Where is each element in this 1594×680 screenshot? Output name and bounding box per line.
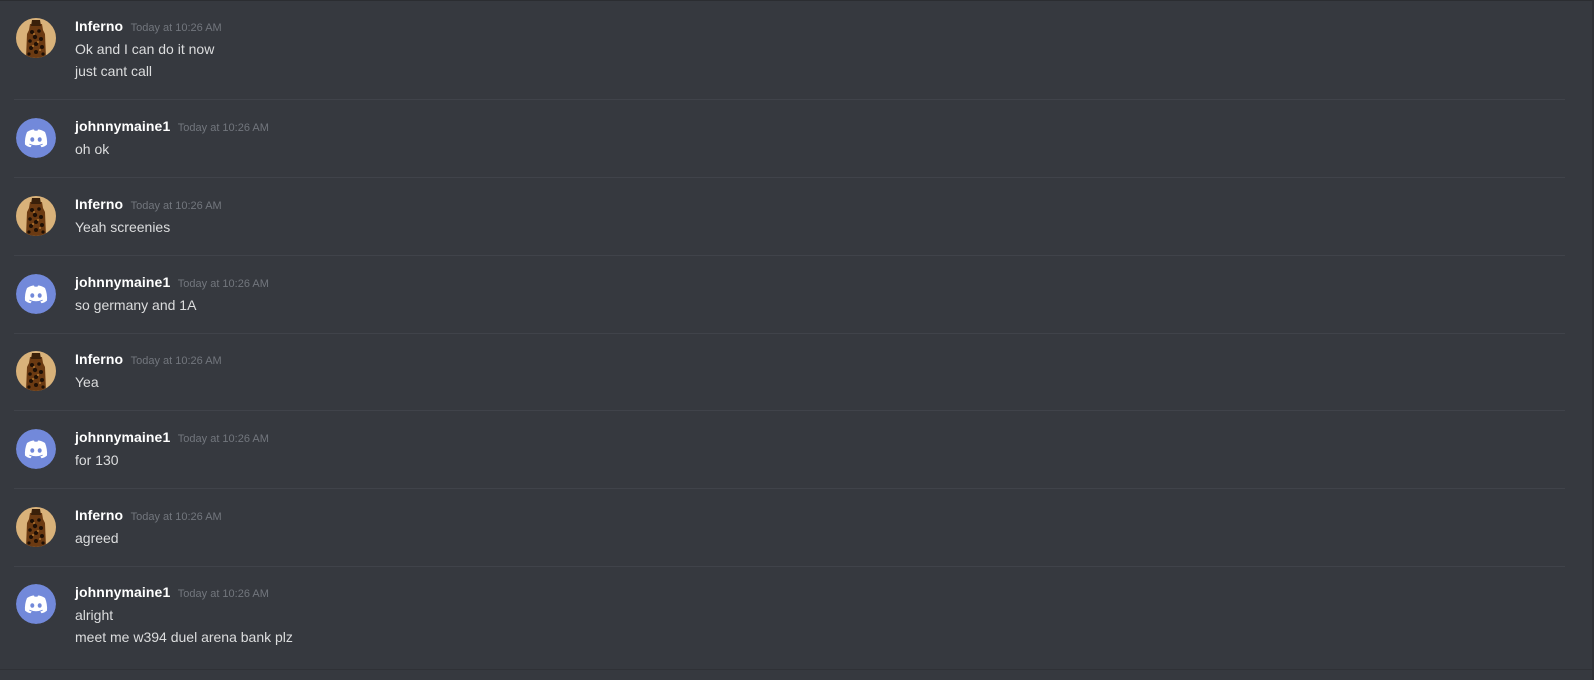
message-text: Yea [75,374,99,390]
username[interactable]: johnnymaine1 [75,118,170,134]
message-header: johnnymaine1 Today at 10:26 AM [75,274,269,294]
message-header: Inferno Today at 10:26 AM [75,507,222,527]
message-text: oh ok [75,141,110,157]
leopard-avatar-icon[interactable] [16,18,56,58]
username[interactable]: Inferno [75,18,123,34]
timestamp: Today at 10:26 AM [177,122,269,134]
bottom-border [0,669,1594,670]
message-text: alright [75,607,114,623]
message-group: johnnymaine1 Today at 10:26 AM for 130 [0,411,1565,489]
username[interactable]: johnnymaine1 [75,429,170,445]
timestamp: Today at 10:26 AM [130,200,222,212]
message-text: Yeah screenies [75,219,171,235]
message-text: so germany and 1A [75,297,197,313]
message-text: for 130 [75,452,119,468]
timestamp: Today at 10:26 AM [130,511,222,523]
timestamp: Today at 10:26 AM [177,433,269,445]
timestamp: Today at 10:26 AM [177,278,269,290]
message-group: Inferno Today at 10:26 AM agreed [0,489,1565,567]
timestamp: Today at 10:26 AM [177,588,269,600]
leopard-avatar-icon[interactable] [16,507,56,547]
timestamp: Today at 10:26 AM [130,355,222,367]
leopard-avatar-icon[interactable] [16,351,56,391]
chat-messages-area: Inferno Today at 10:26 AM Ok and I can d… [0,0,1594,680]
message-text: Ok and I can do it now [75,41,215,57]
username[interactable]: Inferno [75,507,123,523]
discord-default-avatar-icon[interactable] [16,584,56,624]
username[interactable]: Inferno [75,351,123,367]
message-group: Inferno Today at 10:26 AM Yeah screenies [0,178,1565,256]
username[interactable]: johnnymaine1 [75,274,170,290]
message-group: Inferno Today at 10:26 AM Yea [0,333,1565,411]
message-group: Inferno Today at 10:26 AM Ok and I can d… [0,0,1565,100]
discord-default-avatar-icon[interactable] [16,429,56,469]
leopard-avatar-icon[interactable] [16,196,56,236]
username[interactable]: Inferno [75,196,123,212]
discord-default-avatar-icon[interactable] [16,274,56,314]
message-header: Inferno Today at 10:26 AM [75,18,222,38]
message-group: johnnymaine1 Today at 10:26 AM oh ok [0,100,1565,178]
message-header: johnnymaine1 Today at 10:26 AM [75,429,269,449]
message-group: johnnymaine1 Today at 10:26 AM alright m… [0,566,1565,666]
message-text: just cant call [75,63,153,79]
discord-default-avatar-icon[interactable] [16,118,56,158]
message-header: Inferno Today at 10:26 AM [75,196,222,216]
message-text: meet me w394 duel arena bank plz [75,629,293,645]
message-header: johnnymaine1 Today at 10:26 AM [75,584,269,604]
message-header: johnnymaine1 Today at 10:26 AM [75,118,269,138]
timestamp: Today at 10:26 AM [130,22,222,34]
username[interactable]: johnnymaine1 [75,584,170,600]
message-header: Inferno Today at 10:26 AM [75,351,222,371]
message-text: agreed [75,530,119,546]
message-group: johnnymaine1 Today at 10:26 AM so german… [0,256,1565,334]
